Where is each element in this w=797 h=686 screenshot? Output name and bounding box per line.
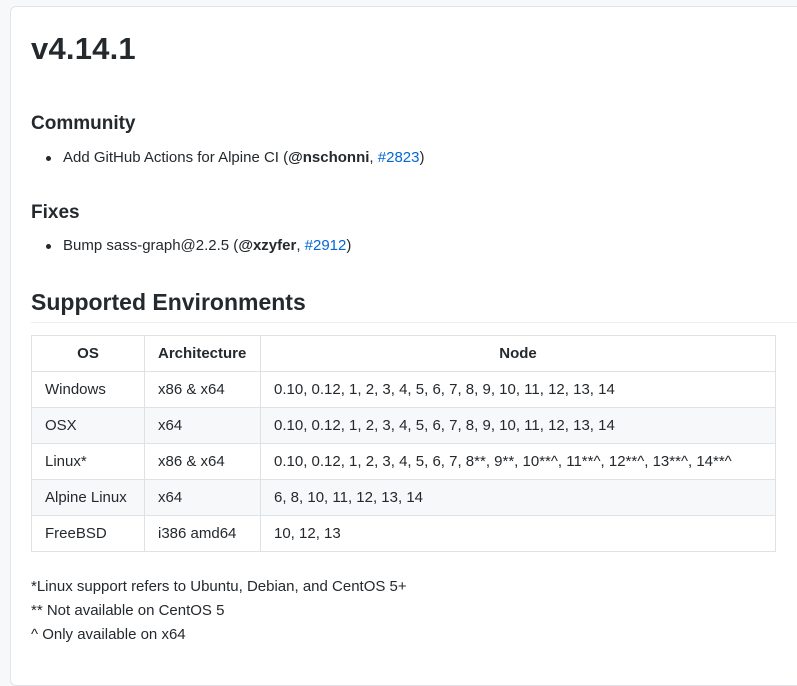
cell-node: 0.10, 0.12, 1, 2, 3, 4, 5, 6, 7, 8, 9, 1… — [260, 407, 776, 444]
cell-architecture: x64 — [144, 407, 261, 444]
cell-os: Alpine Linux — [31, 479, 145, 516]
cell-os: Linux* — [31, 443, 145, 480]
close-paren: ) — [346, 237, 352, 254]
cell-architecture: x86 & x64 — [144, 371, 261, 408]
table-row: Alpine Linux x64 6, 8, 10, 11, 12, 13, 1… — [31, 479, 776, 516]
footnote-x64: ^ Only available on x64 — [31, 626, 186, 643]
user-mention-link[interactable]: @nschonni — [288, 149, 369, 166]
pull-request-link[interactable]: #2912 — [305, 237, 347, 254]
table-row: Windows x86 & x64 0.10, 0.12, 1, 2, 3, 4… — [31, 371, 776, 408]
cell-architecture: x86 & x64 — [144, 443, 261, 480]
list-item: Bump sass-graph@2.2.5 (@xzyfer, #2912) — [31, 236, 351, 256]
list-item: Add GitHub Actions for Alpine CI (@nscho… — [31, 148, 424, 168]
cell-architecture: x64 — [144, 479, 261, 516]
cell-node: 0.10, 0.12, 1, 2, 3, 4, 5, 6, 7, 8, 9, 1… — [260, 371, 776, 408]
section-heading-fixes: Fixes — [31, 202, 80, 223]
separator: , — [296, 237, 305, 254]
table-row: FreeBSD i386 amd64 10, 12, 13 — [31, 515, 776, 552]
table-row: Linux* x86 & x64 0.10, 0.12, 1, 2, 3, 4,… — [31, 443, 776, 480]
release-title[interactable]: v4.14.1 — [31, 31, 136, 67]
cell-node: 10, 12, 13 — [260, 515, 776, 552]
release-card: v4.14.1 Community Add GitHub Actions for… — [10, 6, 797, 686]
cell-node: 0.10, 0.12, 1, 2, 3, 4, 5, 6, 7, 8**, 9*… — [260, 443, 776, 480]
cell-os: FreeBSD — [31, 515, 145, 552]
cell-node: 6, 8, 10, 11, 12, 13, 14 — [260, 479, 776, 516]
footnote-centos: ** Not available on CentOS 5 — [31, 602, 225, 619]
environments-table: OS Architecture Node Windows x86 & x64 0… — [31, 335, 776, 552]
separator: , — [369, 149, 378, 166]
table-row: OSX x64 0.10, 0.12, 1, 2, 3, 4, 5, 6, 7,… — [31, 407, 776, 444]
column-header-os: OS — [31, 335, 145, 372]
column-header-node: Node — [260, 335, 776, 372]
close-paren: ) — [419, 149, 425, 166]
footnote-linux: *Linux support refers to Ubuntu, Debian,… — [31, 578, 407, 595]
footnotes: *Linux support refers to Ubuntu, Debian,… — [31, 575, 407, 647]
user-mention-link[interactable]: @xzyfer — [238, 237, 296, 254]
item-text: Bump sass-graph@2.2.5 ( — [63, 237, 239, 254]
community-list: Add GitHub Actions for Alpine CI (@nscho… — [31, 148, 424, 168]
cell-architecture: i386 amd64 — [144, 515, 261, 552]
table-header-row: OS Architecture Node — [31, 335, 776, 372]
supported-environments-heading: Supported Environments — [31, 289, 797, 323]
pull-request-link[interactable]: #2823 — [378, 149, 420, 166]
column-header-architecture: Architecture — [144, 335, 261, 372]
cell-os: Windows — [31, 371, 145, 408]
item-text: Add GitHub Actions for Alpine CI ( — [63, 149, 289, 166]
section-heading-community: Community — [31, 113, 136, 134]
fixes-list: Bump sass-graph@2.2.5 (@xzyfer, #2912) — [31, 236, 351, 256]
bullet-icon — [46, 156, 51, 161]
cell-os: OSX — [31, 407, 145, 444]
bullet-icon — [46, 244, 51, 249]
